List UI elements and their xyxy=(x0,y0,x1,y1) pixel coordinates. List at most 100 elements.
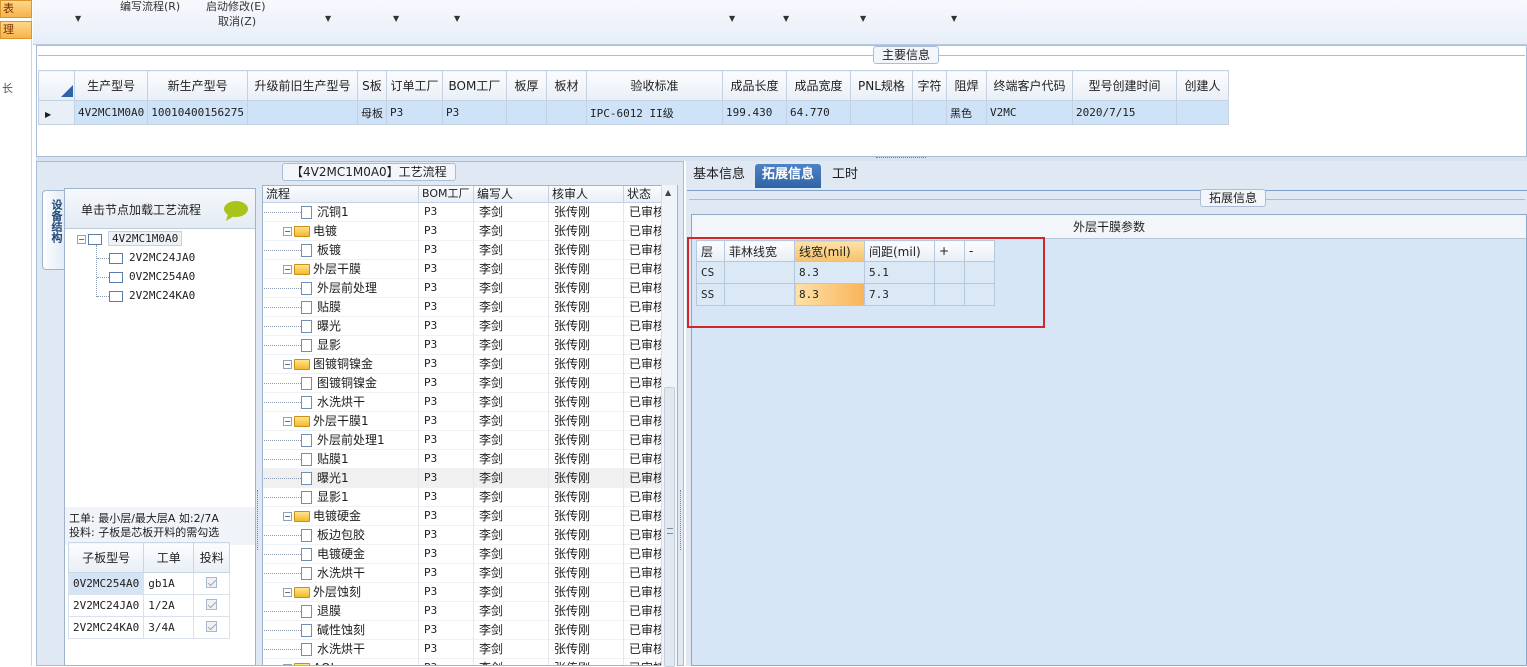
process-name-cell[interactable]: 水洗烘干 xyxy=(263,393,419,412)
process-reviewer-cell[interactable]: 张传刚 xyxy=(549,317,624,336)
process-group-row[interactable]: − 电镀硬金 P3 李剑 张传刚 已审核 xyxy=(263,507,664,526)
process-reviewer-cell[interactable]: 张传刚 xyxy=(549,621,624,640)
feed-checkbox[interactable] xyxy=(206,620,218,632)
process-step-row[interactable]: 外层前处理1 P3 李剑 张传刚 已审核 xyxy=(263,431,664,450)
process-bom-cell[interactable]: P3 xyxy=(419,393,474,412)
tree-child-node[interactable]: 2V2MC24JA0 xyxy=(97,251,195,264)
table-row[interactable]: 2V2MC24KA0 3/4A xyxy=(67,616,231,639)
process-name-cell[interactable]: 电镀硬金 xyxy=(263,545,419,564)
process-status-cell[interactable]: 已审核 xyxy=(624,488,664,507)
cell[interactable]: 199.430 xyxy=(721,100,787,125)
process-writer-cell[interactable]: 李剑 xyxy=(474,431,549,450)
cell[interactable]: 64.770 xyxy=(785,100,851,125)
process-status-cell[interactable]: 已审核 xyxy=(624,564,664,583)
process-name-cell[interactable]: 显影 xyxy=(263,336,419,355)
col-header[interactable]: 成品宽度 xyxy=(785,70,851,101)
col-header[interactable]: 板材 xyxy=(545,70,587,101)
process-status-cell[interactable]: 已审核 xyxy=(624,659,664,665)
process-bom-cell[interactable]: P3 xyxy=(419,374,474,393)
process-reviewer-cell[interactable]: 张传刚 xyxy=(549,203,624,222)
process-reviewer-cell[interactable]: 张传刚 xyxy=(549,640,624,659)
table-row[interactable]: ▶ 4V2MC1M0A0 10010400156275 母板 P3 P3 IPC-6012 … xyxy=(38,100,1229,125)
process-bom-cell[interactable]: P3 xyxy=(419,564,474,583)
collapse-icon[interactable]: − xyxy=(283,588,292,597)
col-header[interactable]: BOM工厂 xyxy=(441,70,507,101)
process-reviewer-cell[interactable]: 张传刚 xyxy=(549,469,624,488)
col-header[interactable]: 终端客户代码 xyxy=(985,70,1073,101)
process-step-row[interactable]: 退膜 P3 李剑 张传刚 已审核 xyxy=(263,602,664,621)
process-name-cell[interactable]: 退膜 xyxy=(263,602,419,621)
process-bom-cell[interactable]: P3 xyxy=(419,431,474,450)
cell[interactable]: P3 xyxy=(385,100,443,125)
col-header[interactable]: 字符 xyxy=(911,70,947,101)
process-bom-cell[interactable]: P3 xyxy=(419,659,474,665)
chevron-down-icon[interactable]: ▼ xyxy=(729,14,735,23)
process-writer-cell[interactable]: 李剑 xyxy=(474,621,549,640)
process-status-cell[interactable]: 已审核 xyxy=(624,545,664,564)
chevron-down-icon[interactable]: ▼ xyxy=(783,14,789,23)
process-name-cell[interactable]: 曝光1 xyxy=(263,469,419,488)
process-bom-cell[interactable]: P3 xyxy=(419,450,474,469)
chevron-down-icon[interactable]: ▼ xyxy=(860,14,866,23)
process-writer-cell[interactable]: 李剑 xyxy=(474,602,549,621)
vertical-splitter[interactable] xyxy=(257,490,261,550)
process-step-row[interactable]: 外层前处理 P3 李剑 张传刚 已审核 xyxy=(263,279,664,298)
process-step-row[interactable]: 贴膜 P3 李剑 张传刚 已审核 xyxy=(263,298,664,317)
sub-order-cell[interactable]: 3/4A xyxy=(143,616,195,639)
feed-cell[interactable] xyxy=(193,572,231,595)
process-reviewer-cell[interactable]: 张传刚 xyxy=(549,583,624,602)
tab-extension-info[interactable]: 拓展信息 xyxy=(755,164,822,188)
tree-child-node[interactable]: 0V2MC254A0 xyxy=(97,270,195,283)
process-name-cell[interactable]: 板边包胶 xyxy=(263,526,419,545)
left-nav-item-1[interactable]: 表 xyxy=(0,0,32,18)
cell[interactable]: 黑色 xyxy=(945,100,987,125)
cell[interactable] xyxy=(911,100,947,125)
process-status-cell[interactable]: 已审核 xyxy=(624,241,664,260)
process-bom-cell[interactable]: P3 xyxy=(419,583,474,602)
process-bom-cell[interactable]: P3 xyxy=(419,222,474,241)
process-reviewer-cell[interactable]: 张传刚 xyxy=(549,298,624,317)
chevron-down-icon[interactable]: ▼ xyxy=(325,14,331,23)
col-header[interactable]: BOM工厂 xyxy=(419,186,474,203)
scroll-up-icon[interactable]: ▲ xyxy=(665,188,671,197)
process-bom-cell[interactable]: P3 xyxy=(419,507,474,526)
process-step-row[interactable]: 碱性蚀刻 P3 李剑 张传刚 已审核 xyxy=(263,621,664,640)
process-step-row[interactable]: 显影 P3 李剑 张传刚 已审核 xyxy=(263,336,664,355)
process-bom-cell[interactable]: P3 xyxy=(419,621,474,640)
col-header[interactable]: 成品长度 xyxy=(721,70,787,101)
cell[interactable]: P3 xyxy=(441,100,507,125)
process-name-cell[interactable]: 外层前处理 xyxy=(263,279,419,298)
process-name-cell[interactable]: 板镀 xyxy=(263,241,419,260)
collapse-icon[interactable]: − xyxy=(283,227,292,236)
process-writer-cell[interactable]: 李剑 xyxy=(474,564,549,583)
process-name-cell[interactable]: 水洗烘干 xyxy=(263,640,419,659)
process-step-row[interactable]: 板镀 P3 李剑 张传刚 已审核 xyxy=(263,241,664,260)
process-reviewer-cell[interactable]: 张传刚 xyxy=(549,526,624,545)
process-writer-cell[interactable]: 李剑 xyxy=(474,374,549,393)
tree-child-node[interactable]: 2V2MC24KA0 xyxy=(97,289,195,302)
process-bom-cell[interactable]: P3 xyxy=(419,279,474,298)
process-step-row[interactable]: 板边包胶 P3 李剑 张传刚 已审核 xyxy=(263,526,664,545)
process-group-row[interactable]: − 图镀铜镍金 P3 李剑 张传刚 已审核 xyxy=(263,355,664,374)
process-group-row[interactable]: −AOIP3李剑张传刚已审核 xyxy=(263,659,664,665)
process-reviewer-cell[interactable]: 张传刚 xyxy=(549,488,624,507)
start-modify-button[interactable]: 启动修改(E) xyxy=(206,0,266,14)
process-step-row[interactable]: 水洗烘干 P3 李剑 张传刚 已审核 xyxy=(263,564,664,583)
process-name-cell[interactable]: 贴膜1 xyxy=(263,450,419,469)
cancel-button[interactable]: 取消(Z) xyxy=(218,13,256,29)
process-status-cell[interactable]: 已审核 xyxy=(624,583,664,602)
side-tab-device-structure[interactable]: 设备结构 xyxy=(42,190,64,270)
process-reviewer-cell[interactable]: 张传刚 xyxy=(549,355,624,374)
process-writer-cell[interactable]: 李剑 xyxy=(474,488,549,507)
process-name-cell[interactable]: − 电镀 xyxy=(263,222,419,241)
chevron-down-icon[interactable]: ▼ xyxy=(393,14,399,23)
process-name-cell[interactable]: − 电镀硬金 xyxy=(263,507,419,526)
feed-cell[interactable] xyxy=(193,594,231,617)
process-writer-cell[interactable]: 李剑 xyxy=(474,203,549,222)
process-name-cell[interactable]: 贴膜 xyxy=(263,298,419,317)
process-group-row[interactable]: − 外层干膜1 P3 李剑 张传刚 已审核 xyxy=(263,412,664,431)
chevron-down-icon[interactable]: ▼ xyxy=(951,14,957,23)
process-step-row[interactable]: 电镀硬金 P3 李剑 张传刚 已审核 xyxy=(263,545,664,564)
col-header[interactable]: 升级前旧生产型号 xyxy=(246,70,358,101)
process-name-cell[interactable]: 外层前处理1 xyxy=(263,431,419,450)
